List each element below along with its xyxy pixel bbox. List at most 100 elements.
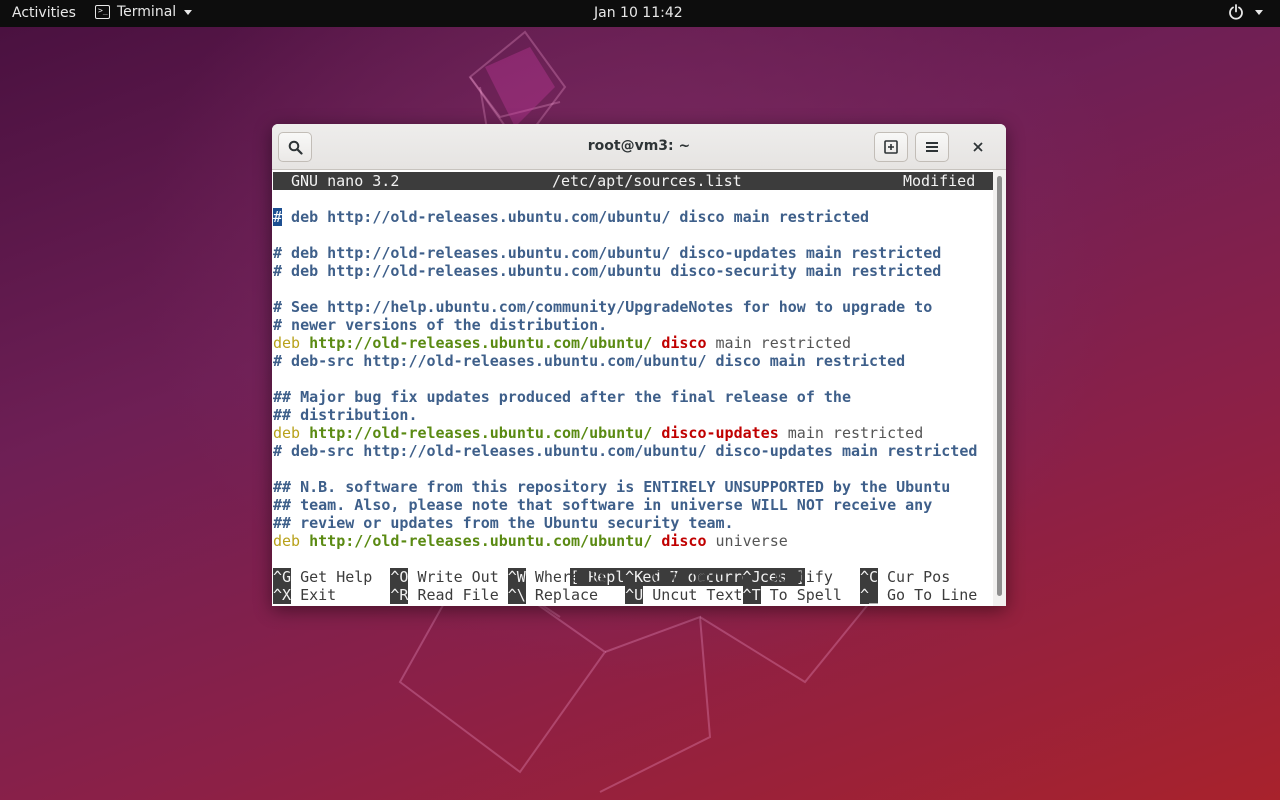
- shortcut-item[interactable]: ^J Justify: [742, 568, 833, 586]
- shortcut-label: To Spell: [760, 586, 842, 604]
- close-button[interactable]: [968, 137, 988, 157]
- editor-line[interactable]: ## review or updates from the Ubuntu sec…: [273, 514, 734, 532]
- chevron-down-icon: [1255, 9, 1263, 15]
- line-text: ## distribution.: [273, 406, 418, 424]
- shortcut-row: ^X Exit ^R Read File ^\ Replace ^U Uncut Te…: [273, 586, 993, 604]
- shortcut-label: Uncut Text: [643, 586, 743, 604]
- line-text: main restricted: [778, 424, 924, 442]
- shortcut-item[interactable]: ^C Cur Pos: [859, 568, 951, 586]
- editor-line[interactable]: # deb http://old-releases.ubuntu.com/ubu…: [273, 244, 941, 262]
- line-text: deb: [273, 532, 310, 550]
- hamburger-menu-icon: [926, 142, 938, 152]
- line-text: http://old-releases.ubuntu.com/ubuntu/: [309, 334, 662, 352]
- shortcut-item[interactable]: ^\ Replace: [507, 586, 599, 604]
- shortcut-key: ^X: [273, 586, 292, 604]
- line-text: # See http://help.ubuntu.com/community/U…: [273, 298, 933, 316]
- shortcut-label: Go To Line: [878, 586, 978, 604]
- chevron-down-icon: [184, 9, 193, 15]
- shortcut-label: Replace: [525, 586, 599, 604]
- shortcut-label: Cur Pos: [878, 568, 951, 586]
- new-tab-icon: [884, 140, 898, 154]
- line-text: universe: [706, 532, 788, 550]
- shortcut-item[interactable]: ^R Read File: [390, 586, 499, 604]
- editor-line[interactable]: deb http://old-releases.ubuntu.com/ubunt…: [273, 334, 851, 352]
- line-text: http://old-releases.ubuntu.com/ubuntu/: [309, 424, 662, 442]
- terminal-content[interactable]: GNU nano 3.2 /etc/apt/sources.list Modif…: [272, 170, 993, 606]
- shortcut-label: Write Out: [408, 568, 499, 586]
- nano-modified-state: Modified: [903, 172, 976, 190]
- editor-line[interactable]: # See http://help.ubuntu.com/community/U…: [273, 298, 932, 316]
- activities-button[interactable]: Activities: [12, 5, 76, 21]
- terminal-scrollbar[interactable]: [993, 170, 1006, 606]
- shortcut-label: Get Help: [291, 568, 373, 586]
- line-text: disco: [661, 334, 707, 352]
- text-cursor: #: [273, 208, 283, 226]
- line-text: # deb-src http://old-releases.ubuntu.com…: [273, 352, 906, 370]
- shortcut-item[interactable]: ^O Write Out: [390, 568, 499, 586]
- shortcut-item[interactable]: ^G Get Help: [273, 568, 372, 586]
- line-text: # deb http://old-releases.ubuntu.com/ubu…: [273, 244, 942, 262]
- shortcut-key: ^K: [625, 568, 644, 586]
- shortcut-label: Justify: [760, 568, 833, 586]
- app-menu[interactable]: >_ Terminal: [95, 4, 193, 20]
- line-text: ## N.B. software from this repository is…: [273, 478, 951, 496]
- line-text: ## Major bug fix updates produced after …: [273, 388, 851, 406]
- system-menu[interactable]: [1228, 4, 1263, 20]
- nano-status-message: [ Replaced 7 occurrences ]: [570, 568, 805, 586]
- editor-line[interactable]: deb http://old-releases.ubuntu.com/ubunt…: [273, 424, 923, 442]
- shortcut-key: ^\: [507, 586, 526, 604]
- shortcut-item[interactable]: ^X Exit: [273, 586, 336, 604]
- top-bar: Activities >_ Terminal Jan 10 11:42: [0, 0, 1280, 27]
- shortcut-key: ^O: [390, 568, 409, 586]
- shortcut-item[interactable]: ^_ Go To Line: [859, 586, 978, 604]
- shortcut-label: Exit: [291, 586, 337, 604]
- shortcut-key: ^T: [742, 586, 761, 604]
- line-text: deb: [273, 424, 310, 442]
- scrollbar-thumb[interactable]: [997, 176, 1002, 596]
- editor-line[interactable]: # deb-src http://old-releases.ubuntu.com…: [273, 352, 905, 370]
- editor-line[interactable]: ## N.B. software from this repository is…: [273, 478, 950, 496]
- shortcut-item[interactable]: ^T To Spell: [742, 586, 842, 604]
- line-text: deb http://old-releases.ubuntu.com/ubunt…: [282, 208, 870, 226]
- power-icon: [1229, 4, 1243, 20]
- shortcut-key: ^R: [390, 586, 409, 604]
- editor-line[interactable]: # deb-src http://old-releases.ubuntu.com…: [273, 442, 977, 460]
- line-text: disco: [661, 532, 707, 550]
- editor-line[interactable]: deb http://old-releases.ubuntu.com/ubunt…: [273, 532, 788, 550]
- menu-button[interactable]: [915, 132, 949, 162]
- shortcut-label: Cut Text: [643, 568, 725, 586]
- line-text: deb: [273, 334, 310, 352]
- line-text: http://old-releases.ubuntu.com/ubuntu/: [309, 532, 662, 550]
- editor-line[interactable]: ## distribution.: [273, 406, 418, 424]
- editor-line[interactable]: # deb http://old-releases.ubuntu.com/ubu…: [273, 208, 869, 226]
- line-text: ## team. Also, please note that software…: [273, 496, 933, 514]
- shortcut-label: Read File: [408, 586, 499, 604]
- nano-title-bar: GNU nano 3.2 /etc/apt/sources.list Modif…: [273, 172, 993, 190]
- terminal-icon: >_: [95, 5, 110, 19]
- shortcut-item[interactable]: ^U Uncut Text: [625, 586, 743, 604]
- window-headerbar: root@vm3: ~: [272, 124, 1006, 170]
- clock[interactable]: Jan 10 11:42: [594, 5, 683, 21]
- close-icon: [973, 142, 983, 152]
- editor-line[interactable]: # deb http://old-releases.ubuntu.com/ubu…: [273, 262, 941, 280]
- shortcut-key: ^J: [742, 568, 761, 586]
- line-text: # newer versions of the distribution.: [273, 316, 608, 334]
- editor-line[interactable]: ## team. Also, please note that software…: [273, 496, 932, 514]
- line-text: disco-updates: [661, 424, 779, 442]
- line-text: # deb http://old-releases.ubuntu.com/ubu…: [273, 262, 942, 280]
- shortcut-key: ^C: [859, 568, 878, 586]
- nano-filename: /etc/apt/sources.list: [552, 172, 742, 190]
- editor-line[interactable]: # newer versions of the distribution.: [273, 316, 607, 334]
- shortcut-item[interactable]: ^K Cut Text: [625, 568, 725, 586]
- shortcut-row: ^G Get Help ^O Write Out ^W Where Is ^K Cut…: [273, 568, 993, 586]
- shortcut-item[interactable]: ^W Where Is: [507, 568, 607, 586]
- terminal-window: root@vm3: ~ GNU nano 3.2 /etc/apt/source…: [272, 124, 1006, 606]
- line-text: ## review or updates from the Ubuntu sec…: [273, 514, 734, 532]
- shortcut-key: ^W: [507, 568, 526, 586]
- nano-version: GNU nano 3.2: [291, 172, 400, 190]
- shortcut-key: ^_: [859, 586, 878, 604]
- shortcut-key: ^U: [625, 586, 644, 604]
- shortcut-key: ^G: [273, 568, 292, 586]
- new-tab-button[interactable]: [874, 132, 908, 162]
- editor-line[interactable]: ## Major bug fix updates produced after …: [273, 388, 851, 406]
